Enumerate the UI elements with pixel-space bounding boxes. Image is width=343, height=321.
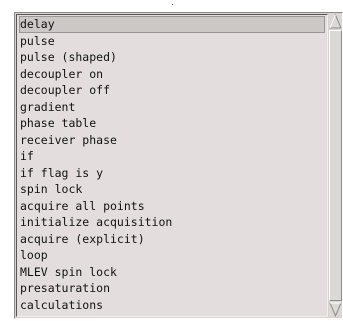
list-item-presaturation[interactable]: presaturation: [19, 280, 325, 297]
list-item-receiver-phase[interactable]: receiver phase: [19, 132, 325, 149]
pulse-sequence-element-listbox[interactable]: delay pulse pulse (shaped) decoupler on …: [14, 12, 343, 319]
list-item-if-flag-is-y[interactable]: if flag is y: [19, 165, 325, 182]
list-item-decoupler-off[interactable]: decoupler off: [19, 82, 325, 99]
list-items: delay pulse pulse (shaped) decoupler on …: [19, 16, 325, 313]
list-area[interactable]: delay pulse pulse (shaped) decoupler on …: [16, 14, 328, 317]
scroll-thumb[interactable]: [329, 30, 342, 301]
list-item-decoupler-on[interactable]: decoupler on: [19, 66, 325, 83]
list-item-pulse-shaped[interactable]: pulse (shaped): [19, 49, 325, 66]
triangle-up-icon[interactable]: [329, 14, 342, 29]
list-item-spin-lock[interactable]: spin lock: [19, 181, 325, 198]
vertical-scrollbar[interactable]: [329, 14, 342, 317]
list-item-mlev-spin-lock[interactable]: MLEV spin lock: [19, 264, 325, 281]
list-item-acquire-explicit[interactable]: acquire (explicit): [19, 231, 325, 248]
list-item-phase-table[interactable]: phase table: [19, 115, 325, 132]
list-item-loop[interactable]: loop: [19, 247, 325, 264]
list-item-if[interactable]: if: [19, 148, 325, 165]
list-item-gradient[interactable]: gradient: [19, 99, 325, 116]
list-item-pulse[interactable]: pulse: [19, 33, 325, 50]
list-item-calculations[interactable]: calculations: [19, 297, 325, 314]
list-item-delay[interactable]: delay: [19, 16, 325, 33]
list-item-initialize-acquisition[interactable]: initialize acquisition: [19, 214, 325, 231]
decorative-dot: [172, 4, 173, 5]
triangle-down-icon[interactable]: [329, 302, 342, 317]
list-item-acquire-all-points[interactable]: acquire all points: [19, 198, 325, 215]
